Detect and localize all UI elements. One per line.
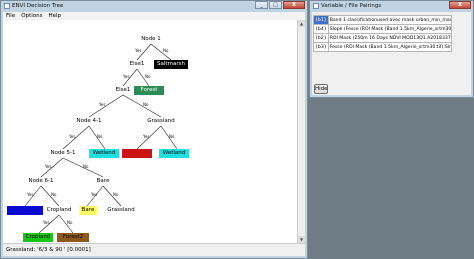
- maximize-button[interactable]: □: [269, 1, 282, 9]
- edge-label: No: [83, 164, 89, 169]
- file-cell: ROI Mask (250m 16 Days NDVI MOD13Q1.A201…: [327, 33, 452, 43]
- close-button[interactable]: X: [283, 1, 305, 9]
- node-cropland[interactable]: Cropland: [43, 206, 75, 215]
- tree-canvas[interactable]: Yes No Yes No Yes No Yes No Yes No Yes N…: [3, 20, 298, 243]
- edge-label: No: [169, 134, 175, 139]
- menu-bar: File Options Help: [3, 12, 305, 20]
- edge-label: Yes: [122, 74, 129, 79]
- status-bar: Grassland: '6/3 & 90 ' [0.0001]: [3, 243, 305, 256]
- edge-label: No: [145, 74, 151, 79]
- var-cell: {b1}: [313, 15, 329, 25]
- edge-label: Yes: [134, 48, 141, 53]
- var-cell: {b4}: [313, 24, 329, 34]
- node-saltmarsh[interactable]: Saltmarsh: [154, 60, 188, 69]
- edge-label: Yes: [98, 102, 105, 107]
- node-grassland[interactable]: Grassland: [143, 117, 179, 126]
- node-6-1[interactable]: Node 6-1: [25, 177, 57, 186]
- hide-button[interactable]: Hide: [314, 84, 328, 94]
- edge-label: No: [97, 134, 103, 139]
- node-wetland-second[interactable]: Wetland: [159, 149, 189, 158]
- edge-label: No: [113, 192, 119, 197]
- window-title: ENVI Decision Tree: [12, 3, 64, 9]
- node-red[interactable]: Red: [122, 149, 152, 158]
- node-bare-yellow[interactable]: Bare: [79, 206, 97, 215]
- pairings-table: {b1} Band 1 classificationused avec mask…: [313, 15, 452, 52]
- caption-buttons: _ □ X: [255, 1, 305, 9]
- edge-label: No: [163, 48, 169, 53]
- node-5-1[interactable]: Node 5-1: [47, 149, 79, 158]
- node-cropland-green[interactable]: Cropland: [23, 233, 53, 242]
- app-icon: [313, 3, 319, 9]
- file-cell: Slope (Fesse (ROI Mask (Band 1.5km_Alger…: [327, 24, 452, 34]
- var-cell: {b3}: [313, 42, 329, 52]
- node-wetland[interactable]: Wetland: [89, 149, 119, 158]
- node-4-1[interactable]: Node 4-1: [73, 117, 105, 126]
- node-1[interactable]: Node 1: [135, 35, 167, 44]
- edge-label: No: [67, 220, 73, 225]
- pairings-window: Variable / File Pairings X {b1} Band 1 c…: [309, 0, 474, 98]
- file-cell: Fesse (ROI Mask (Band 1.5km_Algerie_srtm…: [327, 42, 452, 52]
- table-row[interactable]: {b2} ROI Mask (250m 16 Days NDVI MOD13Q1…: [313, 33, 452, 43]
- scroll-down-icon[interactable]: ▼: [298, 236, 305, 243]
- edge-label: Yes: [42, 220, 49, 225]
- edge-label: Yes: [90, 192, 97, 197]
- node-forest[interactable]: Forest: [134, 86, 164, 95]
- app-icon: [4, 3, 10, 9]
- node-forest2[interactable]: Forest2: [57, 233, 89, 242]
- pairings-close-button[interactable]: X: [449, 1, 471, 9]
- node-grassland-second[interactable]: Grassland: [105, 206, 137, 215]
- file-cell: Band 1 classificationused avec mask urba…: [327, 15, 452, 25]
- node-else1[interactable]: Else1: [125, 60, 149, 69]
- decision-tree-window: ENVI Decision Tree _ □ X File Options He…: [0, 0, 308, 259]
- scroll-up-icon[interactable]: ▲: [298, 20, 305, 27]
- node-bare[interactable]: Bare: [91, 177, 115, 186]
- edge-label: Yes: [26, 192, 33, 197]
- table-row[interactable]: {b3} Fesse (ROI Mask (Band 1.5km_Algerie…: [313, 42, 452, 52]
- menu-options[interactable]: Options: [21, 13, 42, 19]
- edge-label: No: [143, 102, 149, 107]
- edge-label: Yes: [142, 134, 149, 139]
- edge-label: Yes: [44, 164, 51, 169]
- node-blue[interactable]: Blue: [7, 206, 43, 215]
- minimize-button[interactable]: _: [255, 1, 268, 9]
- node-else1-second[interactable]: Else1: [111, 86, 135, 95]
- table-row[interactable]: {b4} Slope (Fesse (ROI Mask (Band 1.5km_…: [313, 24, 452, 34]
- var-cell: {b2}: [313, 33, 329, 43]
- pairings-window-title: Variable / File Pairings: [321, 3, 382, 9]
- edge-label: No: [51, 192, 57, 197]
- table-row[interactable]: {b1} Band 1 classificationused avec mask…: [313, 15, 452, 25]
- vertical-scrollbar[interactable]: ▲ ▼: [297, 20, 305, 243]
- menu-file[interactable]: File: [6, 13, 15, 19]
- pairings-caption-buttons: X: [449, 1, 471, 9]
- menu-help[interactable]: Help: [48, 13, 61, 19]
- edge-label: Yes: [68, 134, 75, 139]
